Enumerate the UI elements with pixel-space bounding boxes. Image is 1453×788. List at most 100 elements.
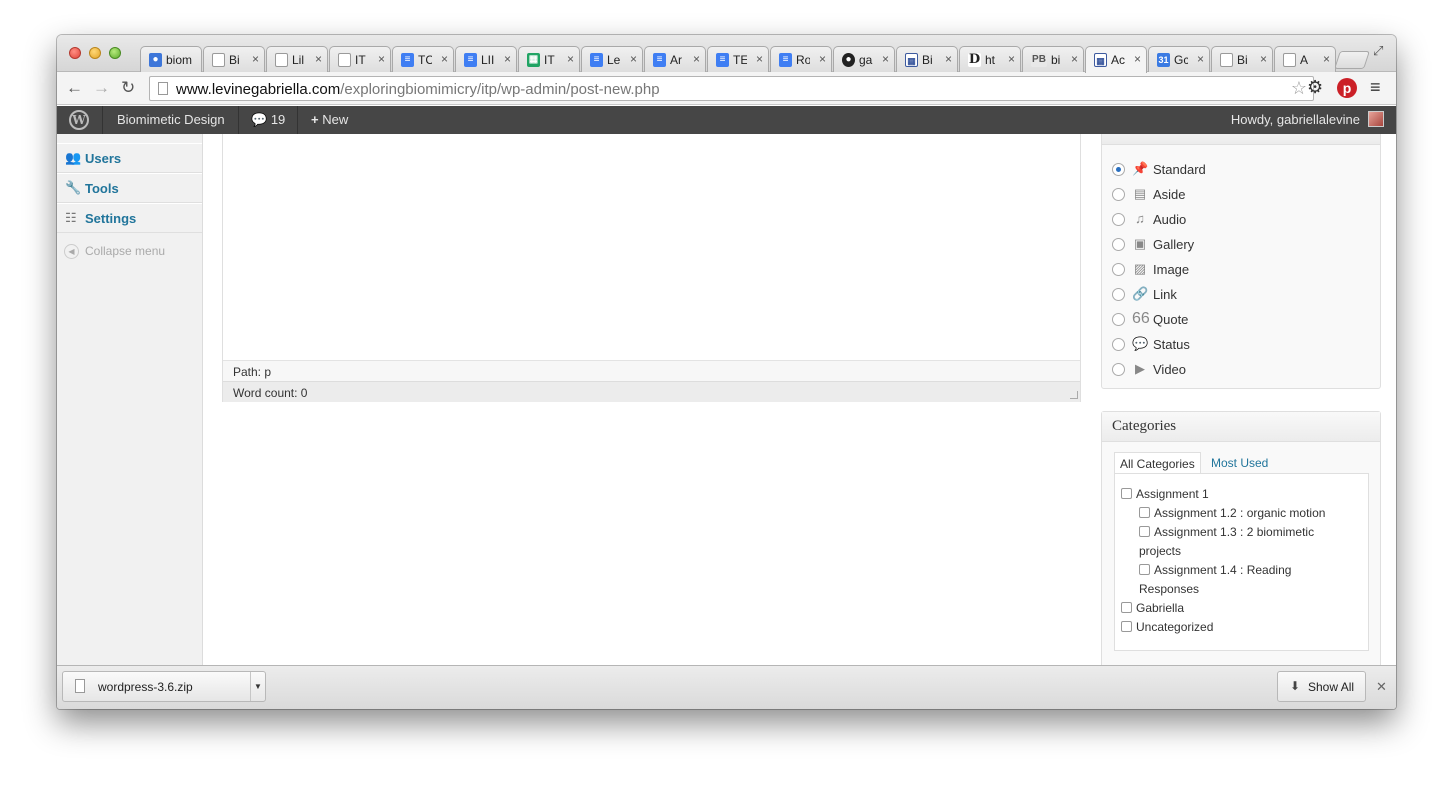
category-item[interactable]: Assignment 1.2 : organic motion	[1139, 504, 1359, 523]
close-icon[interactable]: ×	[252, 52, 259, 66]
fullscreen-icon[interactable]: ⤢	[1373, 43, 1383, 59]
browser-tab[interactable]: ≡ Ar ×	[644, 46, 706, 72]
minimize-window-button[interactable]	[89, 47, 101, 59]
bookmark-star-icon[interactable]: ☆	[1291, 78, 1307, 99]
browser-tab[interactable]: A ×	[1274, 46, 1336, 72]
close-icon[interactable]: ×	[1071, 52, 1078, 66]
forward-arrow-icon[interactable]: →	[93, 78, 110, 98]
tab-title: IT	[544, 53, 555, 67]
menu-icon[interactable]: ≡	[1370, 77, 1381, 98]
format-box-title: Format	[1102, 134, 1380, 145]
collapse-menu-button[interactable]: ◀ Collapse menu	[64, 244, 165, 260]
browser-tab[interactable]: ≡ TC ×	[392, 46, 454, 72]
radio-button[interactable]	[1112, 238, 1125, 251]
close-icon[interactable]: ×	[441, 52, 448, 66]
checkbox[interactable]	[1139, 564, 1150, 575]
close-window-button[interactable]	[69, 47, 81, 59]
close-icon[interactable]: ×	[630, 52, 637, 66]
google-docs-icon: ≡	[779, 53, 792, 67]
close-icon[interactable]: ×	[1197, 52, 1204, 66]
category-item[interactable]: Uncategorized	[1121, 618, 1213, 637]
close-icon[interactable]: ✕	[1376, 679, 1387, 695]
radio-button[interactable]	[1112, 363, 1125, 376]
google-docs-icon: ≡	[401, 53, 414, 67]
pinterest-icon[interactable]: p	[1337, 78, 1357, 98]
browser-tab[interactable]: ▦ IT ×	[518, 46, 580, 72]
browser-tab[interactable]: 31 Gc ×	[1148, 46, 1210, 72]
category-item[interactable]: Assignment 1.4 : Reading Responses	[1139, 561, 1319, 599]
my-account-link[interactable]: Howdy, gabriellalevine	[1231, 106, 1360, 134]
radio-button[interactable]	[1112, 213, 1125, 226]
close-icon[interactable]: ×	[1323, 52, 1330, 66]
menu-item-users[interactable]: 👥 Users	[57, 143, 202, 173]
address-bar[interactable]: www.levinegabriella.com/exploringbiomimi…	[149, 76, 1314, 101]
wordpress-logo-icon[interactable]: W	[57, 106, 103, 134]
comments-link[interactable]: 💬 19	[239, 106, 299, 134]
close-icon[interactable]: ×	[1008, 52, 1015, 66]
new-tab-button[interactable]	[1334, 51, 1370, 69]
radio-button[interactable]	[1112, 188, 1125, 201]
browser-tab[interactable]: ≡ Ro ×	[770, 46, 832, 72]
close-icon[interactable]: ×	[756, 52, 763, 66]
close-icon[interactable]: ×	[819, 52, 826, 66]
tab-title: LII	[481, 53, 495, 67]
close-icon[interactable]: ×	[1134, 52, 1141, 66]
radio-button[interactable]	[1112, 338, 1125, 351]
radio-button[interactable]	[1112, 288, 1125, 301]
category-item[interactable]: Assignment 1	[1121, 485, 1209, 504]
close-icon[interactable]: ×	[315, 52, 322, 66]
avatar[interactable]	[1368, 111, 1384, 127]
site-name: Biomimetic Design	[117, 112, 225, 127]
close-icon[interactable]: ×	[504, 52, 511, 66]
show-all-button[interactable]: ⬇ Show All	[1277, 671, 1366, 702]
tab-most-used[interactable]: Most Used	[1206, 452, 1273, 474]
menu-item-tools[interactable]: 🔧 Tools	[57, 173, 202, 203]
zoom-window-button[interactable]	[109, 47, 121, 59]
checkbox[interactable]	[1121, 621, 1132, 632]
browser-tab[interactable]: ● biom	[140, 46, 202, 72]
calendar-icon: 31	[1157, 53, 1170, 67]
close-icon[interactable]: ×	[693, 52, 700, 66]
browser-tab[interactable]: ≡ TE ×	[707, 46, 769, 72]
checkbox[interactable]	[1121, 488, 1132, 499]
checkbox[interactable]	[1139, 526, 1150, 537]
browser-tab-active[interactable]: ▦ Ac ×	[1085, 46, 1147, 73]
extension-gear-icon[interactable]: ⚙	[1307, 77, 1323, 98]
resize-handle[interactable]	[1070, 391, 1078, 399]
browser-tab[interactable]: ▦ Bi ×	[896, 46, 958, 72]
checkbox[interactable]	[1139, 507, 1150, 518]
browser-toolbar: ← → ↻ www.levinegabriella.com/exploringb…	[57, 72, 1396, 105]
category-item[interactable]: Gabriella	[1121, 599, 1184, 618]
browser-tab[interactable]: ≡ LII ×	[455, 46, 517, 72]
close-icon[interactable]: ×	[945, 52, 952, 66]
browser-tab[interactable]: ≡ Le ×	[581, 46, 643, 72]
new-content-link[interactable]: + New	[311, 106, 348, 134]
category-item[interactable]: Assignment 1.3 : 2 biomimetic projects	[1139, 523, 1339, 561]
browser-tab[interactable]: Lil ×	[266, 46, 328, 72]
browser-tab[interactable]: Bi ×	[1211, 46, 1273, 72]
browser-tab[interactable]: ● ga ×	[833, 46, 895, 72]
browser-tab[interactable]: D ht ×	[959, 46, 1021, 72]
close-icon[interactable]: ×	[1260, 52, 1267, 66]
close-icon[interactable]: ×	[378, 52, 385, 66]
browser-tab[interactable]: IT ×	[329, 46, 391, 72]
close-icon[interactable]: ×	[882, 52, 889, 66]
browser-tab[interactable]: Bi ×	[203, 46, 265, 72]
reload-icon[interactable]: ↻	[121, 78, 135, 98]
dropdown-arrow-icon[interactable]: ▼	[250, 672, 265, 701]
page-icon	[158, 82, 168, 95]
download-item[interactable]: wordpress-3.6.zip ▼	[62, 671, 266, 702]
radio-button[interactable]	[1112, 313, 1125, 326]
menu-item-settings[interactable]: ☷ Settings	[57, 203, 202, 233]
back-arrow-icon[interactable]: ←	[66, 78, 83, 98]
radio-button[interactable]	[1112, 263, 1125, 276]
url-text[interactable]: www.levinegabriella.com/exploringbiomimi…	[176, 81, 660, 98]
tab-all-categories[interactable]: All Categories	[1114, 452, 1201, 474]
categories-box: Categories All Categories Most Used Assi…	[1101, 411, 1381, 665]
close-icon[interactable]: ×	[567, 52, 574, 66]
site-name-link[interactable]: Biomimetic Design	[104, 106, 239, 134]
post-editor[interactable]: Path: p Word count: 0	[222, 134, 1081, 402]
radio-button[interactable]	[1112, 163, 1125, 176]
checkbox[interactable]	[1121, 602, 1132, 613]
browser-tab[interactable]: PB bi ×	[1022, 46, 1084, 72]
